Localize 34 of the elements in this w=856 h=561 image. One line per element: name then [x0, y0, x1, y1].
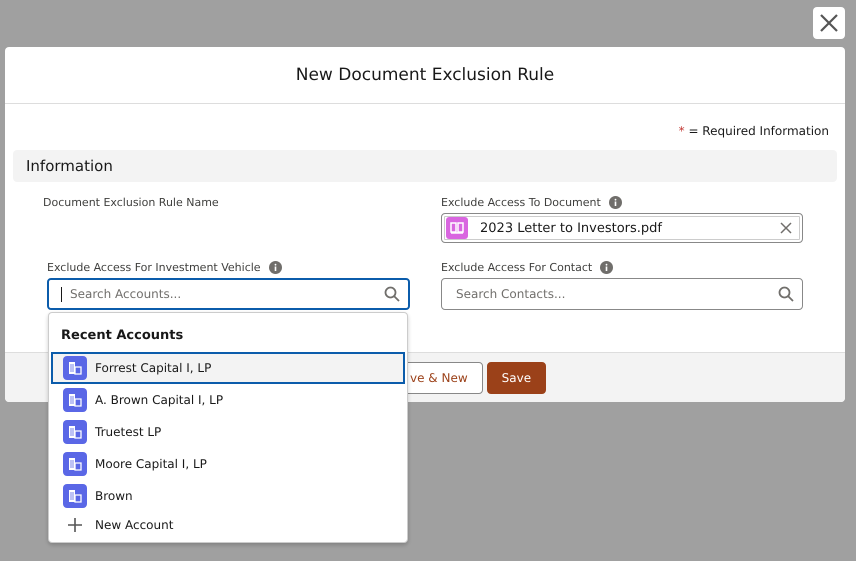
- document-icon: [446, 217, 468, 239]
- field-label: Exclude Access For Investment Vehicle: [47, 260, 261, 274]
- search-input[interactable]: Search Accounts...: [68, 286, 378, 302]
- new-account-option[interactable]: New Account: [51, 512, 405, 538]
- search-icon: [384, 286, 400, 302]
- section-header: Information: [13, 150, 837, 182]
- selected-document-pill[interactable]: 2023 Letter to Investors.pdf: [441, 213, 803, 243]
- search-field[interactable]: Search Contacts...: [441, 278, 803, 310]
- search-input[interactable]: Search Contacts...: [454, 286, 772, 302]
- close-button[interactable]: [813, 7, 845, 39]
- building-icon: [63, 388, 87, 412]
- field-label: Exclude Access To Document: [441, 196, 601, 208]
- dropdown-heading: Recent Accounts: [60, 327, 184, 345]
- info-icon: [608, 196, 622, 208]
- account-option[interactable]: Brown: [51, 480, 405, 512]
- field-label: Exclude Access For Contact: [441, 260, 592, 274]
- account-option[interactable]: Truetest LP: [51, 416, 405, 448]
- building-icon: [63, 420, 87, 444]
- info-icon: [600, 260, 614, 274]
- building-icon: [63, 356, 87, 380]
- building-icon: [63, 452, 87, 476]
- search-field[interactable]: Search Accounts...: [47, 278, 410, 310]
- search-icon: [778, 286, 794, 302]
- save-button[interactable]: Save: [486, 362, 546, 394]
- account-option[interactable]: Moore Capital I, LP: [51, 448, 405, 480]
- field-label: Document Exclusion Rule Name: [43, 196, 219, 208]
- building-icon: [63, 484, 87, 508]
- remove-icon[interactable]: [780, 222, 792, 234]
- document-name: 2023 Letter to Investors.pdf: [479, 220, 664, 236]
- required-note: * = Required Information: [678, 123, 830, 140]
- modal-title: New Document Exclusion Rule: [296, 65, 554, 85]
- close-icon: [820, 14, 838, 32]
- account-option[interactable]: Forrest Capital I, LP: [51, 352, 405, 384]
- info-icon: [268, 260, 282, 274]
